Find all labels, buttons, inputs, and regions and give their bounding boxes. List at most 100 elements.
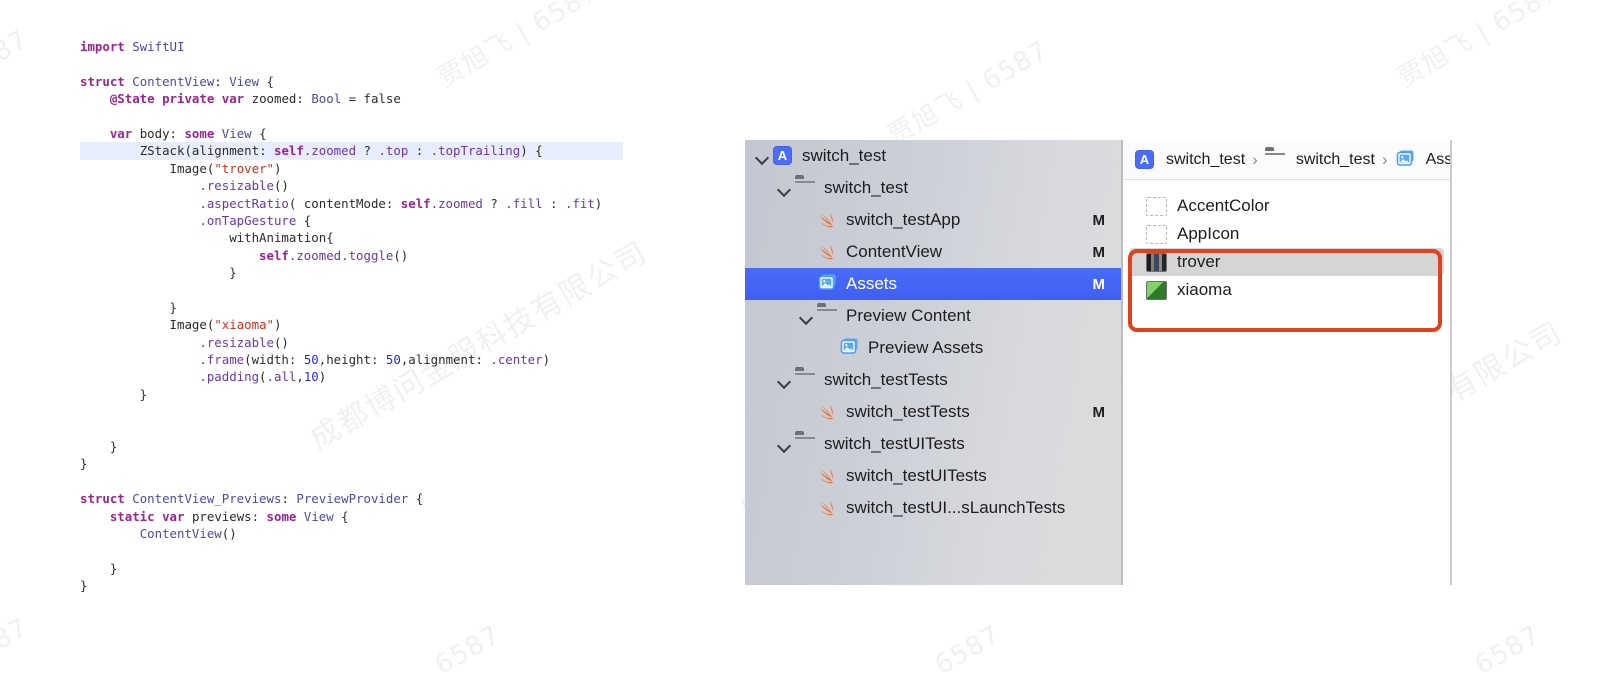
navigator-item-label: switch_testUI...sLaunchTests: [846, 498, 1066, 517]
code-line: withAnimation{: [229, 230, 334, 246]
code-line: Image("xiaoma"): [169, 317, 282, 333]
navigator-item-label: switch_testApp: [846, 210, 961, 229]
navigator-item-switch-test[interactable]: Aswitch_test: [745, 140, 1121, 172]
navigator-item-preview-content[interactable]: Preview Content: [745, 300, 1121, 332]
watermark-name-2: 贾旭飞 | 6587: [883, 35, 1054, 152]
code-line: }: [80, 299, 177, 315]
navigator-item-switch-testtests[interactable]: switch_testTests M: [745, 396, 1121, 428]
watermark-name-3: 贾旭飞 | 6587: [1393, 0, 1564, 94]
navigator-item-switch-testapp[interactable]: switch_testApp M: [745, 204, 1121, 236]
swift-file-icon: [817, 466, 839, 486]
watermark-short-2: 87: [0, 612, 34, 656]
code-line: }: [80, 265, 237, 281]
code-line: struct ContentView_Previews: PreviewProv…: [80, 491, 424, 507]
empty-swatch-icon: [1146, 196, 1167, 216]
watermark-short-3: 6587: [430, 619, 506, 681]
navigator-item-label: Assets: [846, 274, 898, 293]
asset-item-label: AccentColor: [1177, 196, 1270, 215]
chevron-down-icon[interactable]: [777, 373, 791, 387]
navigator-item-contentview[interactable]: ContentView M: [745, 236, 1121, 268]
asset-item-label: trover: [1177, 252, 1221, 271]
breadcrumb[interactable]: Aswitch_test › switch_test › Ass: [1123, 140, 1450, 180]
navigator-item-switch-testuitests[interactable]: switch_testUITests: [745, 428, 1121, 460]
code-line: ContentView(): [139, 525, 237, 541]
navigator-item-switch-testtests[interactable]: switch_testTests: [745, 364, 1121, 396]
asset-item-appicon[interactable]: AppIcon: [1129, 220, 1444, 248]
chevron-down-icon[interactable]: [755, 149, 769, 163]
code-line: .resizable(): [199, 178, 289, 194]
assets-catalog-icon: [839, 338, 861, 358]
navigator-item-label: Preview Content: [846, 306, 971, 325]
navigator-item-preview-assets[interactable]: Preview Assets: [745, 332, 1121, 364]
assets-catalog-icon: [817, 274, 839, 294]
code-line: ZStack(alignment: self.zoomed ? .top : .…: [80, 142, 623, 160]
code-line: }: [80, 386, 148, 402]
asset-item-accentcolor[interactable]: AccentColor: [1129, 192, 1444, 220]
code-editor[interactable]: import SwiftUI struct ContentView: View …: [80, 38, 623, 595]
code-line: .resizable(): [199, 334, 289, 350]
code-line: static var previews: some View {: [109, 508, 349, 524]
breadcrumb-item[interactable]: Ass: [1426, 151, 1450, 169]
asset-item-trover[interactable]: trover: [1129, 248, 1444, 276]
code-line: .padding(.all,10): [199, 369, 327, 385]
breadcrumb-separator-icon: ›: [1381, 149, 1388, 169]
navigator-item-label: Preview Assets: [868, 338, 984, 357]
code-line: .frame(width: 50,height: 50,alignment: .…: [199, 352, 551, 368]
screenshot-root: 87 贾旭飞 | 6587 贾旭飞 | 6587 贾旭飞 | 6587 成都博问…: [0, 0, 1604, 690]
code-line: }: [80, 438, 118, 454]
project-navigator[interactable]: Aswitch_test switch_test switch_testApp M Co…: [745, 140, 1121, 585]
modified-badge: M: [1092, 403, 1106, 421]
folder-icon: [1265, 150, 1287, 170]
panel-divider-right: [1450, 140, 1452, 585]
navigator-item-switch-test[interactable]: switch_test: [745, 172, 1121, 204]
code-line: import SwiftUI: [80, 39, 185, 54]
navigator-item-label: switch_test: [802, 146, 887, 165]
chevron-down-icon[interactable]: [777, 181, 791, 195]
asset-item-label: AppIcon: [1177, 224, 1240, 243]
swift-file-icon: [817, 210, 839, 230]
code-line: var body: some View {: [109, 125, 267, 141]
swift-file-icon: [817, 402, 839, 422]
folder-icon: [795, 178, 817, 198]
image-thumbnail-icon: [1146, 280, 1167, 300]
modified-badge: M: [1092, 211, 1106, 229]
asset-list[interactable]: AccentColor AppIcon trover xiaoma: [1123, 180, 1450, 304]
navigator-item-label: switch_testTests: [846, 402, 970, 421]
navigator-item-label: switch_testUITests: [846, 466, 987, 485]
breadcrumb-item[interactable]: switch_test: [1166, 151, 1245, 169]
breadcrumb-item[interactable]: switch_test: [1296, 151, 1375, 169]
watermark-short-1: 87: [0, 24, 34, 68]
navigator-item-switch-testuitests[interactable]: switch_testUITests: [745, 460, 1121, 492]
assets-catalog-icon: [1395, 150, 1417, 170]
folder-icon: [795, 370, 817, 390]
code-line: self.zoomed.toggle(): [259, 247, 409, 263]
modified-badge: M: [1092, 243, 1106, 261]
navigator-item-label: ContentView: [846, 242, 943, 261]
navigator-item-label: switch_testUITests: [824, 434, 965, 453]
chevron-down-icon[interactable]: [799, 309, 813, 323]
code-line: .onTapGesture {: [199, 212, 312, 228]
folder-icon: [817, 306, 839, 326]
app-icon: A: [1135, 149, 1157, 170]
code-line: .aspectRatio( contentMode: self.zoomed ?…: [199, 195, 603, 211]
asset-item-xiaoma[interactable]: xiaoma: [1129, 276, 1444, 304]
asset-catalog-editor[interactable]: Aswitch_test › switch_test › Ass AccentColor…: [1123, 140, 1450, 585]
code-line: @State private var zoomed: Bool = false: [109, 91, 401, 107]
navigator-item-assets[interactable]: Assets M: [745, 268, 1121, 300]
navigator-item-label: switch_testTests: [824, 370, 948, 389]
breadcrumb-separator-icon: ›: [1252, 149, 1258, 169]
swift-file-icon: [817, 242, 839, 262]
code-line: }: [80, 560, 118, 576]
code-line: }: [80, 578, 88, 594]
chevron-down-icon[interactable]: [777, 437, 791, 451]
navigator-item-switch-testui-slaunchtests[interactable]: switch_testUI...sLaunchTests: [745, 492, 1121, 524]
